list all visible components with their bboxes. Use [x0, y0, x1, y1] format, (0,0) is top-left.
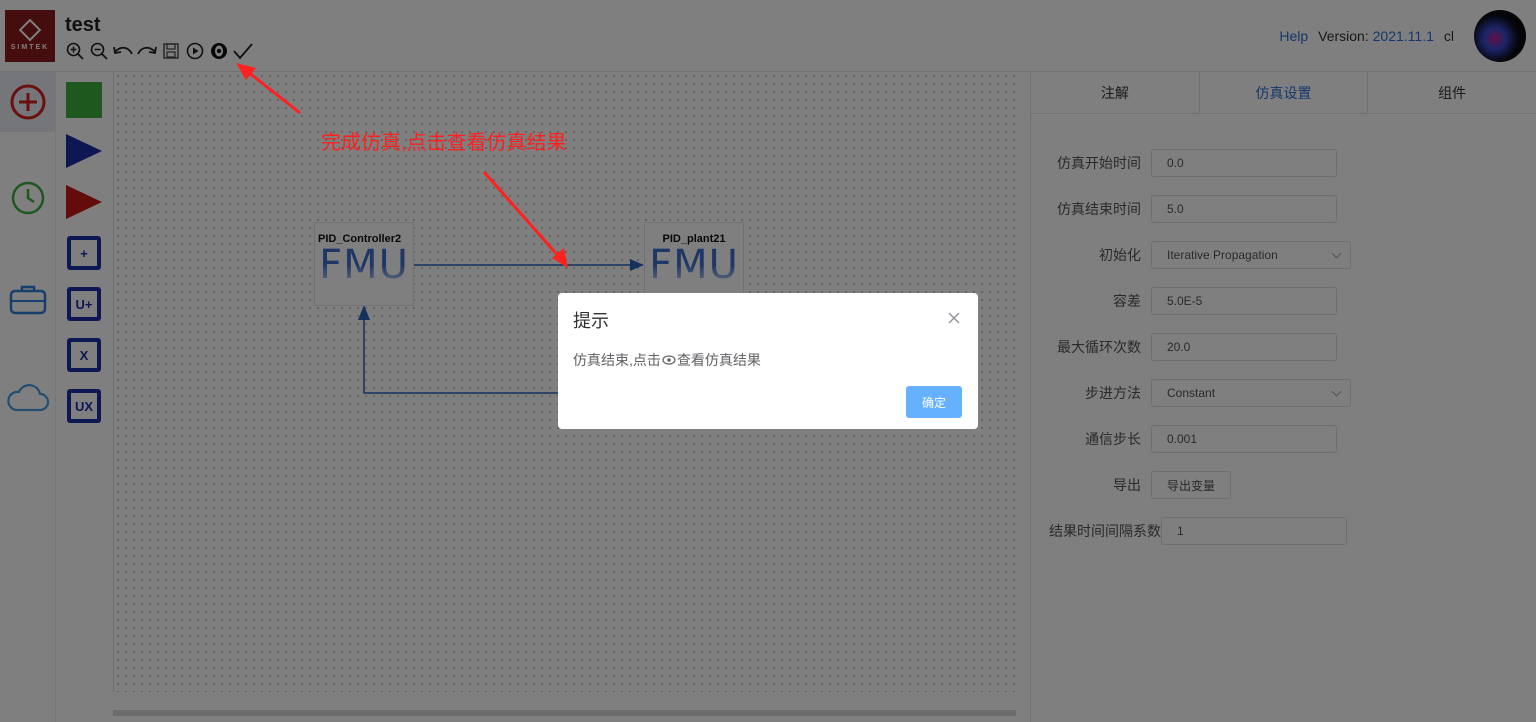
annotation-text: 完成仿真,点击查看仿真结果	[321, 132, 567, 154]
confirm-button[interactable]: 确定	[906, 386, 962, 418]
dialog-message: 仿真结束,点击 查看仿真结果	[573, 350, 761, 370]
dialog-message-before: 仿真结束,点击	[573, 352, 661, 368]
message-dialog: 提示 仿真结束,点击 查看仿真结果 确定	[558, 293, 978, 429]
dialog-title: 提示	[573, 311, 609, 331]
eye-icon	[662, 355, 676, 365]
dialog-message-after: 查看仿真结果	[676, 352, 761, 368]
close-icon[interactable]	[947, 311, 963, 327]
app-root: SIMTEK test	[0, 0, 1536, 722]
